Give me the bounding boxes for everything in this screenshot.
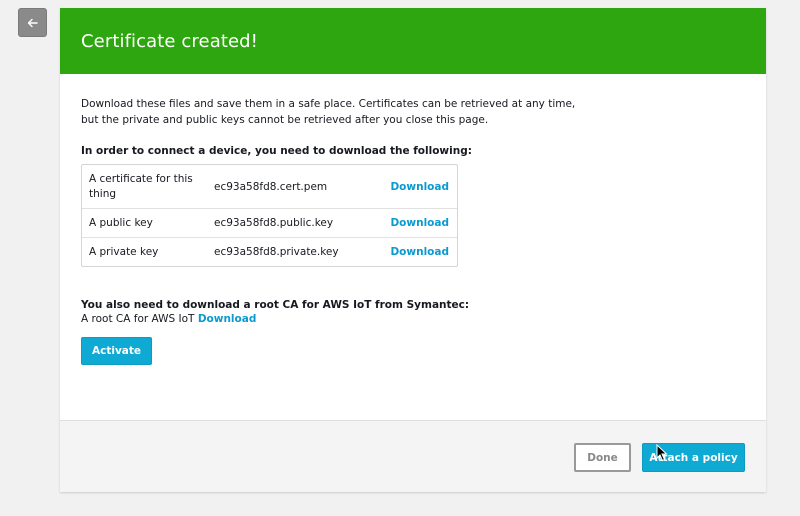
file-name: ec93a58fd8.private.key	[214, 246, 339, 258]
mouse-pointer-icon	[656, 444, 668, 462]
table-row: A certificate for this thing ec93a58fd8.…	[82, 165, 457, 208]
table-row: A private key ec93a58fd8.private.key Dow…	[82, 237, 457, 266]
panel-content: Download these files and save them in a …	[60, 74, 766, 365]
table-row: A public key ec93a58fd8.public.key Downl…	[82, 208, 457, 237]
files-heading: In order to connect a device, you need t…	[81, 145, 472, 157]
download-root-ca-link[interactable]: Download	[198, 313, 257, 325]
download-certificate-link[interactable]: Download	[390, 181, 449, 193]
file-label: A private key	[89, 245, 159, 258]
page-title: Certificate created!	[81, 30, 258, 52]
file-name: ec93a58fd8.cert.pem	[214, 180, 328, 193]
certificate-panel: Certificate created! Download these file…	[60, 8, 766, 492]
done-button[interactable]: Done	[574, 443, 631, 472]
file-label: A certificate for this thing	[89, 172, 193, 200]
root-ca-line: A root CA for AWS IoT Download	[81, 313, 745, 325]
file-name: ec93a58fd8.public.key	[214, 217, 334, 229]
activate-button[interactable]: Activate	[81, 337, 152, 365]
files-table: A certificate for this thing ec93a58fd8.…	[81, 164, 458, 267]
intro-text: Download these files and save them in a …	[81, 98, 576, 126]
download-private-key-link[interactable]: Download	[390, 246, 449, 258]
arrow-left-icon	[27, 18, 38, 27]
download-public-key-link[interactable]: Download	[390, 217, 449, 229]
back-button[interactable]	[18, 8, 47, 37]
file-label: A public key	[89, 216, 153, 229]
root-ca-label: A root CA for AWS IoT	[81, 313, 195, 325]
root-ca-heading: You also need to download a root CA for …	[81, 299, 470, 311]
success-banner: Certificate created!	[60, 8, 766, 74]
